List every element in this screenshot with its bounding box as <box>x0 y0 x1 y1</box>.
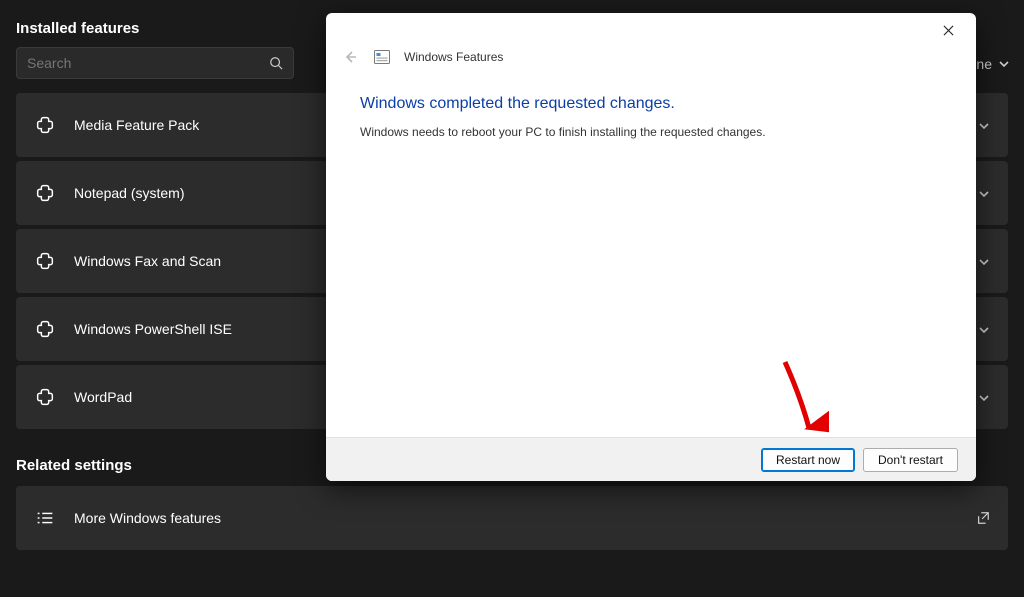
partial-truncated-item: ne <box>976 56 1010 72</box>
puzzle-icon <box>34 182 56 204</box>
chevron-down-icon <box>978 323 990 335</box>
windows-features-dialog: Windows Features Windows completed the r… <box>326 13 976 481</box>
puzzle-icon <box>34 250 56 272</box>
dialog-header: Windows Features <box>326 47 976 75</box>
chevron-down-icon <box>978 119 990 131</box>
puzzle-icon <box>34 114 56 136</box>
chevron-down-icon <box>978 187 990 199</box>
dialog-title: Windows Features <box>404 50 503 64</box>
puzzle-icon <box>34 318 56 340</box>
back-arrow-icon <box>340 47 360 67</box>
windows-features-icon <box>374 49 390 65</box>
chevron-down-icon <box>978 255 990 267</box>
search-box[interactable] <box>16 47 294 79</box>
close-button[interactable] <box>928 14 968 46</box>
search-input[interactable] <box>27 55 269 71</box>
chevron-down-icon <box>978 391 990 403</box>
list-icon <box>34 507 56 529</box>
puzzle-icon <box>34 386 56 408</box>
related-label: More Windows features <box>74 510 958 526</box>
dialog-heading: Windows completed the requested changes. <box>360 95 942 113</box>
dialog-message: Windows needs to reboot your PC to finis… <box>360 125 942 139</box>
dialog-titlebar <box>326 13 976 47</box>
restart-now-button[interactable]: Restart now <box>761 448 855 472</box>
related-item-more-features[interactable]: More Windows features <box>16 486 1008 550</box>
dialog-body: Windows completed the requested changes.… <box>326 75 976 437</box>
dont-restart-button[interactable]: Don't restart <box>863 448 958 472</box>
external-link-icon <box>976 511 990 525</box>
dialog-footer: Restart now Don't restart <box>326 437 976 481</box>
search-icon <box>269 56 283 70</box>
